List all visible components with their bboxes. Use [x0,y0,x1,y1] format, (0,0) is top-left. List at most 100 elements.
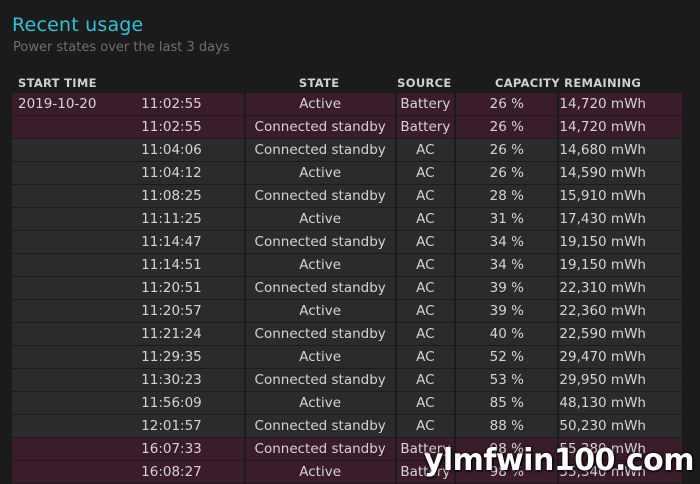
cell-capacity-mwh: 14,720 mWh [557,93,682,115]
cell-date: 2019-10-20 [12,93,100,115]
column-header-state: STATE [298,76,340,90]
cell-capacity-percent: 26 % [454,93,558,115]
cell-state: Connected standby [243,415,395,437]
cell-capacity-mwh: 19,150 mWh [557,254,682,276]
section-subtitle: Power states over the last 3 days [13,40,230,55]
cell-source: AC [394,208,455,230]
cell-date [12,185,100,207]
cell-capacity-percent: 53 % [454,369,558,391]
cell-source: Battery [394,93,455,115]
cell-capacity-mwh: 22,360 mWh [557,300,682,322]
cell-capacity-percent: 26 % [454,162,558,184]
cell-start-time: 11:20:57 [99,300,244,322]
table-row: 11:56:09 Active AC 85 % 48,130 mWh [12,392,682,414]
cell-start-time: 11:04:06 [99,139,244,161]
cell-state: Active [243,208,395,230]
cell-state: Active [243,461,395,483]
cell-date [12,162,100,184]
cell-capacity-percent: 34 % [454,254,558,276]
cell-state: Active [243,346,395,368]
table-row: 11:14:51 Active AC 34 % 19,150 mWh [12,254,682,276]
cell-start-time: 11:30:23 [99,369,244,391]
cell-capacity-percent: 40 % [454,323,558,345]
cell-date [12,369,100,391]
cell-source: AC [394,346,455,368]
column-header-start-time: START TIME [18,76,97,90]
cell-state: Connected standby [243,116,395,138]
cell-capacity-percent: 26 % [454,139,558,161]
table-row: 11:04:12 Active AC 26 % 14,590 mWh [12,162,682,184]
column-header-capacity-remaining: CAPACITY REMAINING [494,76,642,90]
cell-capacity-mwh: 29,470 mWh [557,346,682,368]
cell-capacity-mwh: 14,720 mWh [557,116,682,138]
cell-start-time: 11:11:25 [99,208,244,230]
cell-state: Connected standby [243,139,395,161]
cell-source: AC [394,323,455,345]
cell-source: AC [394,277,455,299]
table-row: 2019-10-20 11:02:55 Active Battery 26 % 14,72… [12,93,682,115]
cell-source: Battery [394,116,455,138]
cell-capacity-mwh: 22,590 mWh [557,323,682,345]
cell-capacity-mwh: 17,430 mWh [557,208,682,230]
cell-date [12,461,100,483]
cell-start-time: 11:21:24 [99,323,244,345]
cell-start-time: 11:02:55 [99,116,244,138]
cell-state: Connected standby [243,323,395,345]
cell-date [12,231,100,253]
cell-capacity-mwh: 50,230 mWh [557,415,682,437]
table-row: 11:02:55 Connected standby Battery 26 % 14,7… [12,116,682,138]
cell-state: Connected standby [243,185,395,207]
table-row: 11:20:51 Connected standby AC 39 % 22,310 mW… [12,277,682,299]
table-header-row: START TIME STATE SOURCE CAPACITY REMAINI… [12,75,682,92]
cell-source: AC [394,139,455,161]
cell-date [12,208,100,230]
cell-date [12,346,100,368]
cell-source: AC [394,415,455,437]
cell-date [12,323,100,345]
table-row: 11:21:24 Connected standby AC 40 % 22,590 mW… [12,323,682,345]
cell-capacity-percent: 39 % [454,300,558,322]
table-row: 11:11:25 Active AC 31 % 17,430 mWh [12,208,682,230]
table-row: 11:29:35 Active AC 52 % 29,470 mWh [12,346,682,368]
cell-source: AC [394,369,455,391]
cell-start-time: 11:14:47 [99,231,244,253]
cell-state: Connected standby [243,277,395,299]
cell-capacity-mwh: 14,680 mWh [557,139,682,161]
cell-source: AC [394,300,455,322]
section-title: Recent usage [12,14,144,36]
cell-start-time: 11:04:12 [99,162,244,184]
cell-capacity-percent: 39 % [454,277,558,299]
table-row: 11:04:06 Connected standby AC 26 % 14,680 mW… [12,139,682,161]
cell-capacity-percent: 26 % [454,116,558,138]
cell-state: Active [243,254,395,276]
table-row: 11:08:25 Connected standby AC 28 % 15,910 mW… [12,185,682,207]
cell-start-time: 11:20:51 [99,277,244,299]
cell-capacity-mwh: 19,150 mWh [557,231,682,253]
cell-source: AC [394,231,455,253]
cell-state: Connected standby [243,438,395,460]
cell-source: AC [394,254,455,276]
cell-date [12,254,100,276]
cell-capacity-percent: 52 % [454,346,558,368]
cell-state: Active [243,93,395,115]
table-row: 11:30:23 Connected standby AC 53 % 29,950 mW… [12,369,682,391]
cell-capacity-mwh: 22,310 mWh [557,277,682,299]
cell-date [12,277,100,299]
cell-capacity-mwh: 15,910 mWh [557,185,682,207]
cell-start-time: 11:14:51 [99,254,244,276]
cell-date [12,392,100,414]
cell-source: AC [394,185,455,207]
cell-capacity-mwh: 14,590 mWh [557,162,682,184]
cell-capacity-percent: 85 % [454,392,558,414]
cell-start-time: 11:29:35 [99,346,244,368]
cell-date [12,300,100,322]
recent-usage-table: START TIME STATE SOURCE CAPACITY REMAINI… [12,74,682,484]
cell-start-time: 11:02:55 [99,93,244,115]
cell-start-time: 11:08:25 [99,185,244,207]
cell-date [12,116,100,138]
cell-capacity-percent: 28 % [454,185,558,207]
watermark-logo: ylmfwin100.com [423,443,695,478]
column-header-source: SOURCE [397,76,452,90]
cell-start-time: 16:08:27 [99,461,244,483]
cell-date [12,139,100,161]
